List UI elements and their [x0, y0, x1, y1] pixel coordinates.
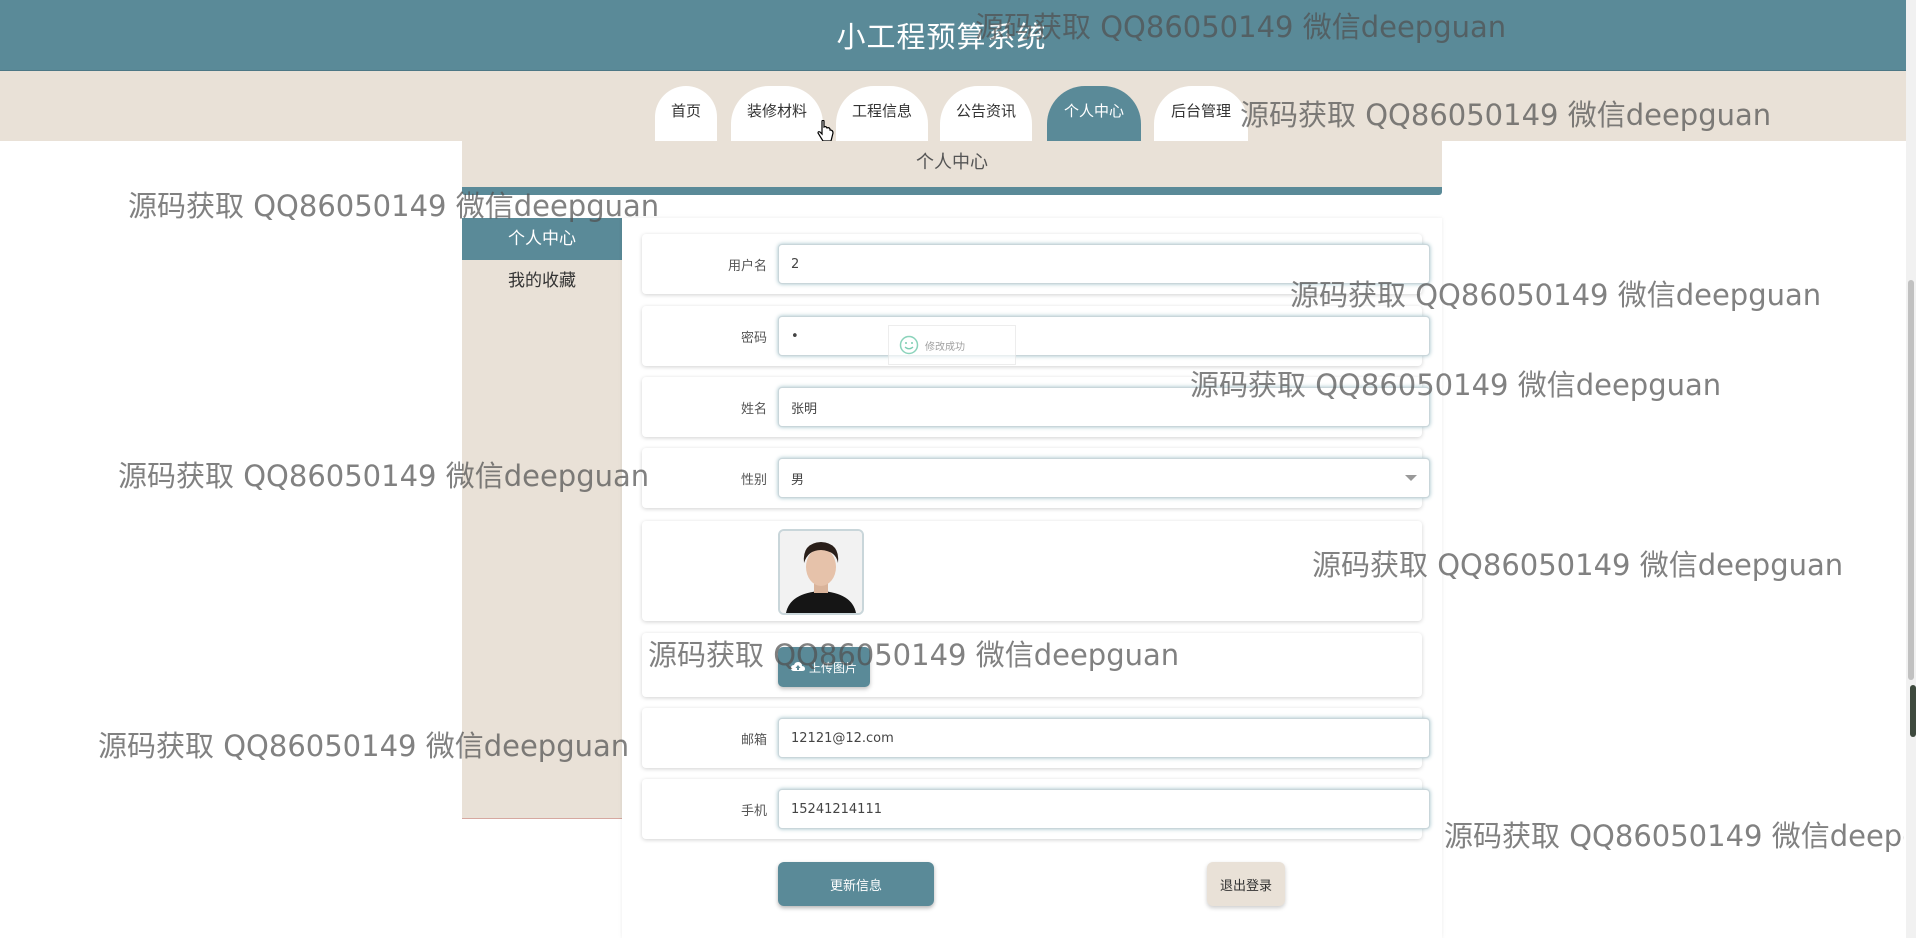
section-title: 个人中心 [462, 141, 1442, 187]
avatar-photo-icon [780, 531, 862, 613]
success-toast: 修改成功 [888, 325, 1016, 365]
top-header: 小工程预算系统 [0, 0, 1916, 71]
nav-tab-home[interactable]: 首页 [655, 86, 717, 142]
upload-button-label: 上传图片 [808, 660, 857, 675]
logout-button[interactable]: 退出登录 [1207, 862, 1285, 906]
nav-tab-projects[interactable]: 工程信息 [836, 86, 928, 142]
password-row: 密码 [642, 306, 1430, 366]
update-info-button[interactable]: 更新信息 [778, 862, 934, 906]
email-input[interactable] [778, 718, 1430, 758]
profile-form: 用户名 密码 姓名 性别 男 [622, 218, 1442, 938]
toast-text: 修改成功 [925, 341, 965, 353]
page-scrollbar[interactable] [1906, 0, 1916, 938]
username-row: 用户名 [642, 234, 1430, 294]
avatar-row [642, 521, 1422, 621]
nav-tab-materials[interactable]: 装修材料 [731, 86, 823, 142]
email-label: 邮箱 [740, 733, 767, 748]
gender-selected-value: 男 [791, 472, 805, 488]
phone-input[interactable] [778, 789, 1430, 829]
phone-row: 手机 [642, 779, 1430, 839]
gender-select[interactable]: 男 [778, 458, 1430, 498]
nav-tab-admin[interactable]: 后台管理 [1154, 86, 1248, 142]
main-nav: 首页 装修材料 工程信息 公告资讯 个人中心 后台管理 [0, 71, 1916, 142]
scroll-indicator [1910, 685, 1916, 737]
upload-row: 上传图片 [642, 633, 1422, 697]
username-input[interactable] [778, 244, 1430, 284]
nav-tab-announcements[interactable]: 公告资讯 [940, 86, 1032, 142]
email-row: 邮箱 [642, 708, 1430, 768]
upload-image-button[interactable]: 上传图片 [778, 647, 870, 687]
name-row: 姓名 [642, 377, 1430, 437]
scroll-thumb[interactable] [1908, 280, 1914, 680]
name-label: 姓名 [740, 402, 767, 417]
password-input[interactable] [778, 316, 1430, 356]
chevron-down-icon [1405, 475, 1417, 481]
username-label: 用户名 [727, 259, 767, 274]
phone-label: 手机 [740, 804, 767, 819]
sidebar: 个人中心 我的收藏 [462, 218, 622, 819]
sidebar-item-personal-center[interactable]: 个人中心 [462, 218, 622, 260]
password-label: 密码 [740, 331, 767, 346]
avatar [778, 529, 864, 615]
nav-tab-personal-center[interactable]: 个人中心 [1047, 86, 1141, 142]
section-divider [462, 187, 1442, 195]
gender-row: 性别 男 [642, 448, 1430, 508]
name-input[interactable] [778, 387, 1430, 427]
site-title: 小工程预算系统 [836, 20, 1047, 54]
sidebar-item-favorites[interactable]: 我的收藏 [462, 260, 622, 302]
gender-label: 性别 [740, 473, 767, 488]
smile-icon [899, 335, 919, 355]
watermark-text: 源码获取 QQ86050149 微信deepguan [1444, 819, 1904, 853]
cloud-upload-icon [790, 662, 805, 671]
